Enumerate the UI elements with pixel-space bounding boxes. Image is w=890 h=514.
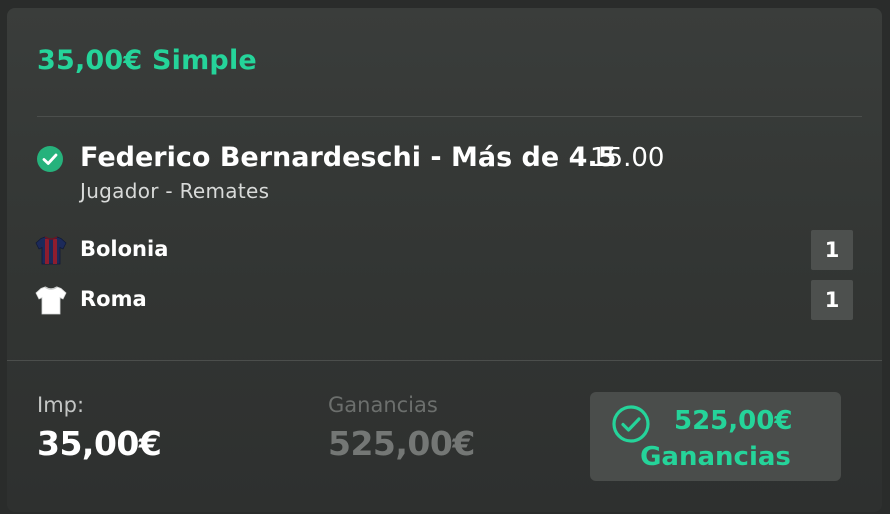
- team-row-away: Roma 1: [35, 280, 853, 320]
- returns-label: Ganancias: [328, 393, 438, 417]
- winnings-amount: 525,00€: [674, 406, 793, 436]
- jersey-icon: [35, 236, 67, 265]
- check-circle-outline-icon: [612, 405, 650, 443]
- returns-value: 525,00€: [328, 424, 475, 463]
- team-name: Bolonia: [80, 237, 169, 261]
- stake-label: Imp:: [37, 393, 85, 417]
- team-score: 1: [811, 230, 853, 270]
- team-row-home: Bolonia 1: [35, 230, 853, 270]
- market-name: Jugador - Remates: [80, 179, 270, 203]
- stake-value: 35,00€: [37, 424, 162, 463]
- team-name: Roma: [80, 287, 147, 311]
- winnings-box: 525,00€ Ganancias: [590, 392, 841, 481]
- selection-odds: 15.00: [590, 143, 665, 173]
- bet-card: 35,00€ Simple Federico Bernardeschi - Má…: [7, 8, 882, 512]
- team-score: 1: [811, 280, 853, 320]
- jersey-icon: [35, 286, 67, 315]
- selection-name: Federico Bernardeschi - Más de 4.5: [80, 142, 617, 173]
- divider: [37, 116, 862, 117]
- bet-header: 35,00€ Simple: [37, 45, 257, 76]
- divider: [7, 360, 882, 361]
- check-circle-icon: [37, 146, 63, 172]
- winnings-label: Ganancias: [640, 442, 791, 472]
